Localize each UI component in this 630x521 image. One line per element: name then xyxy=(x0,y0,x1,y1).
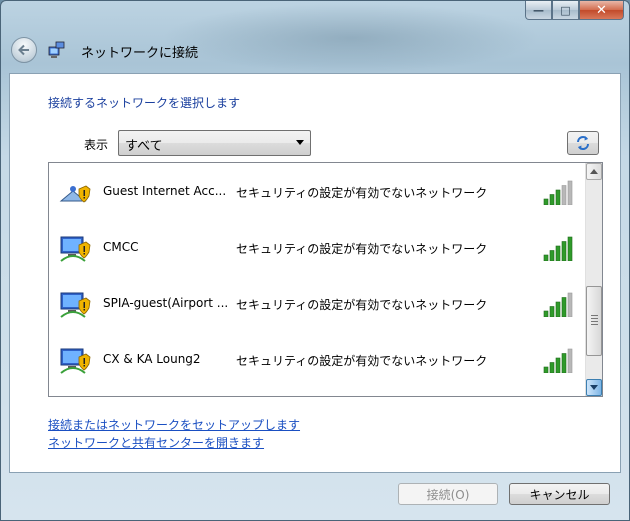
signal-bar xyxy=(567,236,573,261)
scroll-down-button[interactable] xyxy=(586,379,602,396)
setup-connection-link[interactable]: 接続またはネットワークをセットアップします xyxy=(48,416,300,433)
window-title: ネットワークに接続 xyxy=(81,46,199,61)
network-security-status: セキュリティの設定が有効でないネットワーク xyxy=(236,298,488,312)
signal-bar xyxy=(567,292,573,317)
refresh-icon xyxy=(577,136,589,150)
signal-bar xyxy=(561,241,567,261)
refresh-button[interactable] xyxy=(567,131,599,155)
wireless-network-shield-icon xyxy=(60,348,91,374)
caption-buttons: — □ ✕ xyxy=(525,1,624,20)
network-name: SPIA-guest(Airport ... xyxy=(103,296,229,310)
grip-icon xyxy=(591,315,598,327)
network-security-status: セキュリティの設定が有効でないネットワーク xyxy=(236,186,488,200)
signal-bar xyxy=(543,310,549,317)
network-row[interactable]: CMCC セキュリティの設定が有効でないネットワーク xyxy=(49,219,584,275)
scroll-up-button[interactable] xyxy=(586,163,602,180)
network-security-status: セキュリティの設定が有効でないネットワーク xyxy=(236,354,488,368)
signal-strength-icon xyxy=(543,180,573,205)
wireless-network-shield-icon xyxy=(60,292,91,318)
signal-bar xyxy=(543,198,549,205)
network-sharing-center-link[interactable]: ネットワークと共有センターを開きます xyxy=(48,434,264,451)
network-computer-icon xyxy=(48,41,65,58)
scroll-thumb[interactable] xyxy=(586,286,602,356)
signal-bar xyxy=(549,306,555,317)
network-list: Guest Internet Acc... セキュリティの設定が有効でないネット… xyxy=(48,162,603,397)
back-button[interactable] xyxy=(11,37,37,63)
close-button[interactable]: ✕ xyxy=(579,1,624,20)
chevron-up-icon xyxy=(590,169,598,174)
network-row[interactable]: Guest Internet Acc... セキュリティの設定が有効でないネット… xyxy=(49,163,584,219)
signal-bar xyxy=(567,348,573,373)
minimize-button[interactable]: — xyxy=(525,1,552,20)
signal-bar xyxy=(549,194,555,205)
signal-bar xyxy=(555,189,561,205)
wireless-network-shield-icon xyxy=(60,236,91,262)
signal-bar xyxy=(561,297,567,317)
chevron-down-icon xyxy=(296,140,304,145)
signal-strength-icon xyxy=(543,348,573,373)
maximize-button[interactable]: □ xyxy=(552,1,579,20)
network-row[interactable]: CX & KA Loung2 セキュリティの設定が有効でないネットワーク xyxy=(49,331,584,387)
network-filter-select[interactable]: すべて xyxy=(118,130,311,156)
signal-bar xyxy=(549,250,555,261)
dialog-footer: 接続(O) キャンセル xyxy=(9,473,621,517)
signal-bar xyxy=(555,245,561,261)
network-filter-value: すべて xyxy=(125,139,163,154)
network-name: Guest Internet Acc... xyxy=(103,184,227,198)
signal-bar xyxy=(549,362,555,373)
network-name: CMCC xyxy=(103,240,139,254)
signal-bar xyxy=(555,301,561,317)
signal-bar xyxy=(543,366,549,373)
signal-strength-icon xyxy=(543,236,573,261)
signal-bar xyxy=(561,353,567,373)
signal-bar xyxy=(555,357,561,373)
network-name: CX & KA Loung2 xyxy=(103,352,201,366)
connect-to-network-window: — □ ✕ ネットワークに接続 接続するネットワークを選択します 表示 すべて xyxy=(0,0,630,521)
cancel-button[interactable]: キャンセル xyxy=(509,483,610,505)
network-row[interactable]: SPIA-guest(Airport ... セキュリティの設定が有効でないネッ… xyxy=(49,275,584,331)
back-arrow-icon xyxy=(18,44,29,56)
connect-button[interactable]: 接続(O) xyxy=(398,483,498,505)
instruction-text: 接続するネットワークを選択します xyxy=(48,96,241,110)
content-panel: 接続するネットワークを選択します 表示 すべて Guest Internet A… xyxy=(9,73,621,473)
chevron-down-icon xyxy=(590,385,598,390)
title-bar-glass xyxy=(161,3,541,73)
signal-bar xyxy=(543,254,549,261)
signal-strength-icon xyxy=(543,292,573,317)
wireless-network-shield-icon xyxy=(59,185,91,203)
signal-bar xyxy=(561,185,567,205)
network-security-status: セキュリティの設定が有効でないネットワーク xyxy=(236,242,488,256)
show-label: 表示 xyxy=(84,138,109,152)
signal-bar xyxy=(567,180,573,205)
vertical-scrollbar[interactable] xyxy=(585,163,602,396)
